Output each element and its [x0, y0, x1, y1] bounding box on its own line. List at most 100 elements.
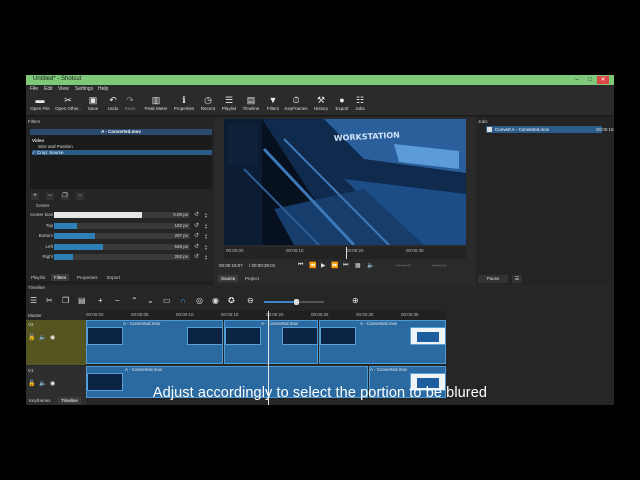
zoom-slider-fill [264, 301, 296, 303]
copy-filter-button[interactable]: ❐ [61, 193, 69, 200]
deselect-icon: ▪ [78, 193, 82, 199]
menu-bar: File Edit View Settings Help [26, 85, 614, 93]
property-value[interactable]: 648 px [54, 244, 188, 250]
current-timecode[interactable]: 00:00:19:07 [219, 263, 243, 268]
track-header-v2[interactable]: V2 🔓 🔈 ◉ [26, 320, 86, 365]
filter-item-crop-source[interactable]: ✓ Crop: Source [32, 150, 212, 155]
open-other-button[interactable]: ✂ Open Other.. [54, 95, 82, 115]
redo-button[interactable]: ↷ Redo [116, 95, 144, 115]
property-value[interactable]: 0.00 px [54, 212, 188, 218]
property-value[interactable]: 297 px [54, 233, 188, 239]
clip-thumbnail [320, 327, 356, 345]
timeline-tick: 00:00:05 [131, 312, 149, 317]
player-ruler[interactable]: 00:00:00 00:00:10 00:00:20 00:00:30 [224, 247, 466, 259]
zoom-slider[interactable] [264, 299, 324, 305]
shotcut-window: Untitled* - Shotcut – □ ✕ File Edit View… [26, 75, 614, 405]
play-icon[interactable]: ▶ [321, 262, 326, 269]
jobs-panel-header: Jobs [478, 119, 488, 124]
paste-icon[interactable]: ▤ [78, 296, 86, 305]
menu-view[interactable]: View [58, 86, 69, 92]
grid-icon[interactable]: ▦ [355, 262, 361, 269]
scrub-icon[interactable]: ◎ [196, 296, 203, 305]
filters-panel-header: Filters [28, 119, 41, 124]
add-filter-button[interactable]: + [31, 193, 39, 200]
property-label: Bottom [38, 233, 53, 238]
filter-category-video[interactable]: Video [32, 138, 212, 143]
reset-icon[interactable]: ↺ [194, 244, 202, 250]
deselect-filter-button[interactable]: ▪ [76, 193, 84, 200]
reset-icon[interactable]: ↺ [194, 223, 202, 229]
main-toolbar: ▬ Open File ✂ Open Other.. ▣ Save ↶ Undo ↷ Re… [26, 93, 614, 116]
timeline-clip[interactable]: A - Converted.mov [319, 320, 446, 364]
fast-forward-icon[interactable]: ⏩ [331, 262, 338, 269]
menu-settings[interactable]: Settings [75, 86, 93, 92]
volume-icon[interactable]: 🔈 [367, 262, 374, 269]
video-preview[interactable]: WORKSTATION [224, 119, 466, 245]
timeline-tick: 00:00:00 [86, 312, 104, 317]
job-row[interactable]: Convert A - Converted.mov [486, 126, 602, 133]
tab-properties[interactable]: Properties [74, 274, 101, 281]
skip-end-icon[interactable]: ⏭ [343, 262, 348, 269]
property-value[interactable]: 192 px [54, 223, 188, 229]
pause-button[interactable]: Pause [478, 275, 508, 283]
split-icon[interactable]: ▭ [163, 296, 171, 305]
lock-icon[interactable]: 🔓 [28, 334, 35, 341]
skip-start-icon[interactable]: ⏮ [298, 262, 303, 269]
zoom-out-icon[interactable]: ⊖ [247, 296, 254, 305]
minus-icon: − [48, 193, 52, 199]
ripple-all-icon[interactable]: ✪ [228, 296, 235, 305]
zoom-in-icon[interactable]: ⊕ [352, 296, 359, 305]
spinner-icon[interactable]: ▴ ▾ [205, 254, 210, 261]
maximize-button[interactable]: □ [584, 76, 596, 84]
menu-file[interactable]: File [30, 86, 38, 92]
filter-list: Video Size and Position ✓ Crop: Source [30, 135, 212, 189]
overwrite-icon[interactable]: ⌄ [147, 296, 154, 305]
player-playhead[interactable] [346, 247, 347, 259]
tab-project[interactable]: Project [242, 275, 262, 282]
spinner-icon[interactable]: ▴ ▾ [205, 233, 210, 240]
timeline-ruler[interactable]: 00:00:00 00:00:05 00:00:10 00:00:15 00:0… [86, 311, 446, 320]
snap-icon[interactable]: ∩ [180, 296, 186, 305]
tab-source[interactable]: Source [218, 275, 239, 282]
keyframes-button[interactable]: ⏱ KeyFrames [282, 95, 310, 115]
peak-meter-button[interactable]: ▥ Peak Meter [142, 95, 170, 115]
video-subtitle: Adjust accordingly to select the portion… [152, 385, 488, 401]
filter-item-size-position[interactable]: Size and Position [32, 144, 212, 149]
cut-icon[interactable]: ✂ [46, 296, 53, 305]
job-name: Convert A - Converted.mov [495, 127, 550, 132]
remove-filter-button[interactable]: − [46, 193, 54, 200]
minimize-button[interactable]: – [571, 76, 583, 84]
track-name: V2 [28, 322, 34, 327]
rewind-icon[interactable]: ⏪ [309, 262, 316, 269]
close-button[interactable]: ✕ [597, 76, 609, 84]
open-file-button[interactable]: ▬ Open File [26, 95, 54, 115]
reset-icon[interactable]: ↺ [194, 212, 202, 218]
property-value[interactable]: 292 px [54, 254, 188, 260]
jobs-menu-button[interactable]: ☰ [512, 275, 522, 283]
ripple-icon[interactable]: ◉ [212, 296, 219, 305]
section-label: Center [36, 203, 50, 208]
copy-icon[interactable]: ❐ [62, 296, 69, 305]
menu-help[interactable]: Help [98, 86, 108, 92]
spinner-icon[interactable]: ▴ ▾ [205, 244, 210, 251]
eye-icon[interactable]: ◉ [50, 334, 55, 341]
append-icon[interactable]: + [98, 296, 103, 305]
mute-icon[interactable]: 🔈 [39, 334, 46, 341]
spinner-icon[interactable]: ▴ ▾ [205, 223, 210, 230]
timeline-tick: 00:00:30 [356, 312, 374, 317]
property-label: Top [45, 223, 53, 228]
lift-icon[interactable]: ⌃ [131, 296, 138, 305]
tab-playlist[interactable]: Playlist [28, 274, 48, 281]
menu-edit[interactable]: Edit [44, 86, 53, 92]
reset-icon[interactable]: ↺ [194, 254, 202, 260]
spinner-icon[interactable]: ▴ ▾ [205, 212, 210, 219]
timeline-clip[interactable]: A - Converted.mov [86, 320, 223, 364]
timeline-clip[interactable]: A - Converted.mov [224, 320, 318, 364]
jobs-button[interactable]: ☷ Jobs [346, 95, 374, 115]
reset-icon[interactable]: ↺ [194, 233, 202, 239]
tab-export[interactable]: Export [104, 274, 123, 281]
ripple-delete-icon[interactable]: − [115, 296, 120, 305]
zoom-slider-handle[interactable] [294, 299, 299, 305]
timeline-menu-icon[interactable]: ☰ [30, 296, 37, 305]
tab-filters[interactable]: Filters [51, 274, 70, 281]
